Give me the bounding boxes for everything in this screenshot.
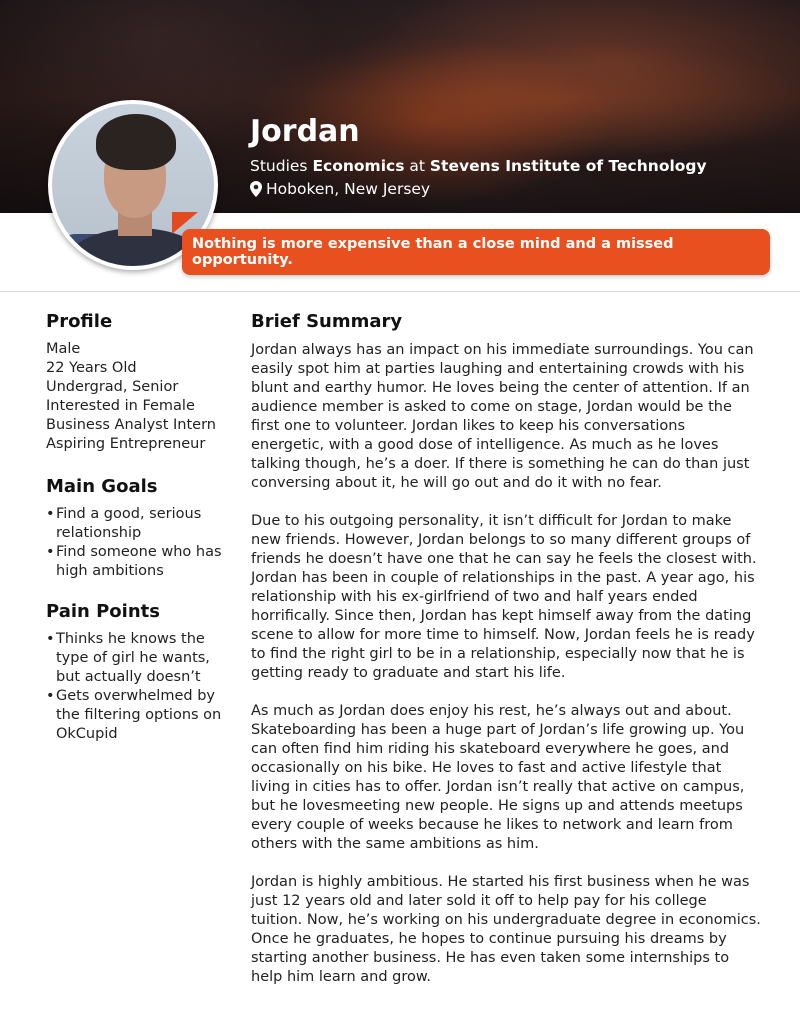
pain-points-heading: Pain Points xyxy=(46,601,160,622)
profile-section: Profile Male 22 Years Old Undergrad, Sen… xyxy=(46,310,236,454)
goals-section: Main Goals Find a good, serious relation… xyxy=(46,475,236,581)
goal-item: Find a good, serious relationship xyxy=(46,505,236,543)
summary-heading: Brief Summary xyxy=(251,311,403,332)
location-pin-icon xyxy=(250,181,262,202)
right-column: Brief Summary Jordan always has an impac… xyxy=(251,310,761,987)
persona-school: Stevens Institute of Technology xyxy=(429,157,707,175)
pain-points-list: Thinks he knows the type of girl he want… xyxy=(46,630,236,744)
pain-point-item: Gets overwhelmed by the filtering option… xyxy=(46,687,236,744)
summary-paragraph: Jordan is highly ambitious. He started h… xyxy=(251,874,761,985)
profile-item: Aspiring Entrepreneur xyxy=(46,436,206,452)
profile-item: Business Analyst Intern xyxy=(46,417,216,433)
goals-heading: Main Goals xyxy=(46,476,158,497)
summary-paragraph: As much as Jordan does enjoy his rest, h… xyxy=(251,703,745,852)
profile-item: 22 Years Old xyxy=(46,360,137,376)
persona-location: Hoboken, New Jersey xyxy=(250,179,430,202)
profile-item: Undergrad, Senior xyxy=(46,379,179,395)
summary-paragraph: Due to his outgoing personality, it isn’… xyxy=(251,513,757,681)
goal-item: Find someone who has high ambitions xyxy=(46,543,236,581)
left-column: Profile Male 22 Years Old Undergrad, Sen… xyxy=(46,310,236,744)
studies-prefix: Studies xyxy=(250,157,313,175)
profile-item: Male xyxy=(46,341,81,357)
avatar-hair xyxy=(96,114,176,170)
summary-body: Jordan always has an impact on his immed… xyxy=(251,341,761,987)
persona-major: Economics xyxy=(312,157,405,175)
profile-heading: Profile xyxy=(46,311,113,332)
persona-name: Jordan xyxy=(250,114,360,149)
section-divider xyxy=(0,291,800,292)
studies-mid: at xyxy=(404,157,430,175)
goals-list: Find a good, serious relationship Find s… xyxy=(46,505,236,581)
pain-points-section: Pain Points Thinks he knows the type of … xyxy=(46,600,236,744)
persona-studies: Studies Economics at Stevens Institute o… xyxy=(250,156,707,176)
location-text: Hoboken, New Jersey xyxy=(266,180,431,198)
persona-quote: Nothing is more expensive than a close m… xyxy=(182,229,770,275)
profile-item: Interested in Female xyxy=(46,398,195,414)
summary-paragraph: Jordan always has an impact on his immed… xyxy=(251,342,754,491)
pain-point-item: Thinks he knows the type of girl he want… xyxy=(46,630,236,687)
profile-list: Male 22 Years Old Undergrad, Senior Inte… xyxy=(46,340,236,454)
